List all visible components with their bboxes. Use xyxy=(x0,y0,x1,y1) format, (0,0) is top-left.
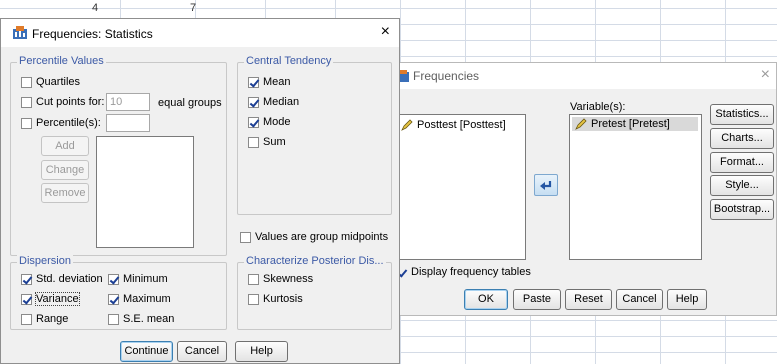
sum-checkbox[interactable]: Sum xyxy=(248,136,286,148)
list-item[interactable]: Posttest [Posttest] xyxy=(401,119,506,131)
minimum-checkbox[interactable]: Minimum xyxy=(108,273,168,285)
style-button[interactable]: Style... xyxy=(710,175,774,196)
range-checkbox[interactable]: Range xyxy=(21,313,68,325)
mean-checkbox[interactable]: Mean xyxy=(248,76,291,88)
bootstrap-button[interactable]: Bootstrap... xyxy=(710,199,774,220)
skewness-checkbox[interactable]: Skewness xyxy=(248,273,313,285)
statistics-titlebar: Frequencies: Statistics × xyxy=(1,19,399,47)
percentiles-input[interactable] xyxy=(106,114,150,132)
group-label: Characterize Posterior Dis... xyxy=(244,255,386,267)
cut-points-checkbox[interactable]: Cut points for: xyxy=(21,96,104,108)
help-button[interactable]: Help xyxy=(667,289,707,310)
selected-variable-list[interactable]: Pretest [Pretest] xyxy=(569,114,702,260)
add-button[interactable]: Add xyxy=(41,136,89,156)
close-icon[interactable]: × xyxy=(761,66,770,84)
group-label: Central Tendency xyxy=(244,55,334,67)
move-variable-button[interactable] xyxy=(534,174,558,196)
frequencies-title: Frequencies xyxy=(413,69,480,83)
reset-button[interactable]: Reset xyxy=(565,289,612,310)
mode-checkbox[interactable]: Mode xyxy=(248,116,291,128)
display-frequency-tables-checkbox[interactable]: Display frequency tables xyxy=(396,266,531,278)
maximum-checkbox[interactable]: Maximum xyxy=(108,293,171,305)
percentiles-checkbox[interactable]: Percentile(s): xyxy=(21,117,101,129)
kurtosis-checkbox[interactable]: Kurtosis xyxy=(248,293,303,305)
frequencies-dialog: Frequencies × Posttest [Posttest] Variab… xyxy=(393,62,777,316)
statistics-button[interactable]: Statistics... xyxy=(710,104,774,125)
remove-button[interactable]: Remove xyxy=(41,183,89,203)
median-checkbox[interactable]: Median xyxy=(248,96,299,108)
statistics-dialog: Frequencies: Statistics × Percentile Val… xyxy=(0,18,400,364)
cut-points-input[interactable]: 10 xyxy=(106,93,150,111)
list-item[interactable]: Pretest [Pretest] xyxy=(572,117,698,131)
variance-checkbox[interactable]: Variance xyxy=(21,292,80,306)
arrow-left-icon xyxy=(540,181,552,190)
frequencies-titlebar: Frequencies × xyxy=(394,63,776,89)
cancel-button[interactable]: Cancel xyxy=(616,289,663,310)
equal-groups-label: equal groups xyxy=(158,97,222,109)
se-mean-checkbox[interactable]: S.E. mean xyxy=(108,313,174,325)
charts-button[interactable]: Charts... xyxy=(710,128,774,149)
sheet-cell[interactable]: 4 xyxy=(92,2,98,14)
group-label: Percentile Values xyxy=(17,55,106,67)
paste-button[interactable]: Paste xyxy=(513,289,561,310)
quartiles-checkbox[interactable]: Quartiles xyxy=(21,76,80,88)
group-midpoints-checkbox[interactable]: Values are group midpoints xyxy=(240,231,388,243)
std-deviation-checkbox[interactable]: Std. deviation xyxy=(21,273,103,285)
variables-label: Variable(s): xyxy=(570,101,626,113)
help-button[interactable]: Help xyxy=(235,341,288,362)
change-button[interactable]: Change xyxy=(41,160,89,180)
close-icon[interactable]: × xyxy=(381,23,390,41)
ok-button[interactable]: OK xyxy=(464,289,508,310)
sheet-cell[interactable]: 7 xyxy=(190,2,196,14)
percentile-list[interactable] xyxy=(96,136,194,248)
statistics-title: Frequencies: Statistics xyxy=(32,27,153,41)
format-button[interactable]: Format... xyxy=(710,152,774,173)
source-variable-list[interactable]: Posttest [Posttest] xyxy=(396,114,526,260)
scale-variable-icon xyxy=(575,118,587,130)
cancel-button[interactable]: Cancel xyxy=(177,341,227,362)
continue-button[interactable]: Continue xyxy=(120,341,173,362)
scale-variable-icon xyxy=(401,119,413,131)
group-label: Dispersion xyxy=(17,255,73,267)
app-icon xyxy=(13,26,27,39)
